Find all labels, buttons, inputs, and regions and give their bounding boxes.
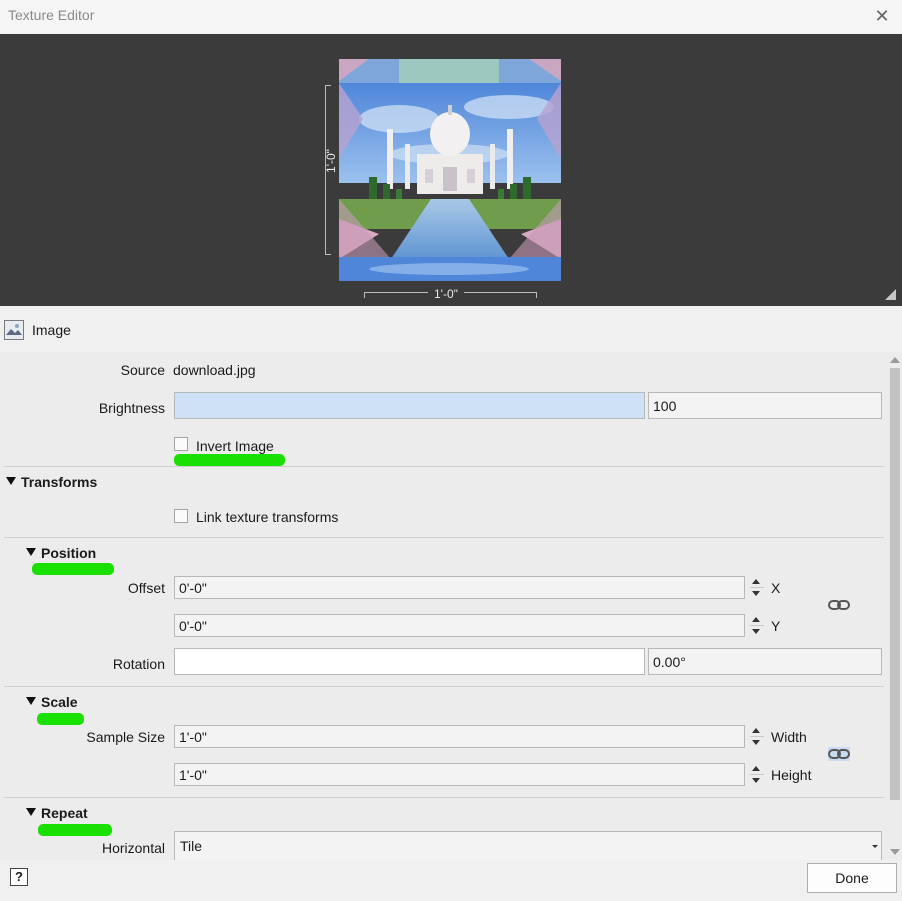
sample-width-input[interactable]: 1'-0" xyxy=(174,725,745,748)
offset-y-input[interactable]: 0'-0" xyxy=(174,614,745,637)
image-icon xyxy=(4,320,24,340)
title-bar: Texture Editor ✕ xyxy=(0,0,902,34)
link-offset-icon[interactable] xyxy=(828,598,850,612)
properties-panel: Source download.jpg Brightness 100 Inver… xyxy=(0,352,888,860)
brightness-slider[interactable] xyxy=(174,392,645,419)
divider xyxy=(4,686,884,687)
link-scale-icon[interactable] xyxy=(828,747,850,761)
offset-x-input[interactable]: 0'-0" xyxy=(174,576,745,599)
width-dimension-label: 1'-0" xyxy=(428,287,464,301)
horizontal-label: Horizontal xyxy=(101,840,165,856)
transforms-collapse-icon[interactable] xyxy=(6,477,16,485)
image-section-label: Image xyxy=(32,322,71,338)
link-transforms-checkbox[interactable] xyxy=(174,509,188,523)
width-label: Width xyxy=(771,729,807,745)
brightness-input[interactable]: 100 xyxy=(648,392,882,419)
highlight-mark xyxy=(37,713,84,725)
sample-width-spinner[interactable] xyxy=(748,725,766,748)
taj-mahal-texture xyxy=(339,59,561,281)
texture-preview-image xyxy=(339,59,561,281)
invert-image-label: Invert Image xyxy=(196,438,274,454)
repeat-header[interactable]: Repeat xyxy=(41,805,88,821)
horizontal-repeat-select[interactable]: Tile xyxy=(174,831,882,860)
position-collapse-icon[interactable] xyxy=(26,548,36,556)
properties-scrollbar[interactable] xyxy=(888,352,902,860)
close-icon[interactable]: ✕ xyxy=(872,6,892,26)
invert-image-checkbox[interactable] xyxy=(174,437,188,451)
highlight-mark xyxy=(32,563,114,575)
texture-preview: 1'-0" 1'-0" xyxy=(0,34,902,306)
position-header[interactable]: Position xyxy=(41,545,96,561)
horizontal-repeat-value: Tile xyxy=(180,838,203,854)
sample-size-label: Sample Size xyxy=(86,729,165,745)
offset-label: Offset xyxy=(127,580,165,596)
y-label: Y xyxy=(771,618,781,634)
transforms-header[interactable]: Transforms xyxy=(21,474,97,490)
window-title: Texture Editor xyxy=(8,7,95,23)
repeat-collapse-icon[interactable] xyxy=(26,808,36,816)
help-button[interactable]: ? xyxy=(10,868,28,886)
highlight-mark xyxy=(38,824,112,836)
rotation-input[interactable]: 0.00° xyxy=(648,648,882,675)
source-value: download.jpg xyxy=(173,362,256,378)
link-transforms-label: Link texture transforms xyxy=(196,509,339,525)
rotation-slider[interactable] xyxy=(174,648,645,675)
chevron-down-icon xyxy=(872,845,878,848)
divider xyxy=(4,537,884,538)
scroll-up-icon[interactable] xyxy=(890,357,900,363)
resize-grip-icon[interactable] xyxy=(885,289,896,300)
sample-height-input[interactable]: 1'-0" xyxy=(174,763,745,786)
offset-y-spinner[interactable] xyxy=(748,614,766,637)
scroll-thumb[interactable] xyxy=(890,368,900,800)
x-label: X xyxy=(771,580,781,596)
highlight-mark xyxy=(174,454,285,466)
divider xyxy=(4,466,884,467)
image-section-header: Image xyxy=(0,306,902,352)
offset-x-spinner[interactable] xyxy=(748,576,766,599)
done-button[interactable]: Done xyxy=(807,863,897,893)
source-label: Source xyxy=(120,362,165,378)
brightness-label: Brightness xyxy=(98,400,165,416)
height-label: Height xyxy=(771,767,812,783)
divider xyxy=(4,797,884,798)
scroll-down-icon[interactable] xyxy=(890,849,900,855)
height-dimension-label: 1'-0" xyxy=(324,149,338,173)
sample-height-spinner[interactable] xyxy=(748,763,766,786)
scale-collapse-icon[interactable] xyxy=(26,697,36,705)
scale-header[interactable]: Scale xyxy=(41,694,78,710)
rotation-label: Rotation xyxy=(112,656,165,672)
dialog-footer: ? Done xyxy=(0,860,902,901)
